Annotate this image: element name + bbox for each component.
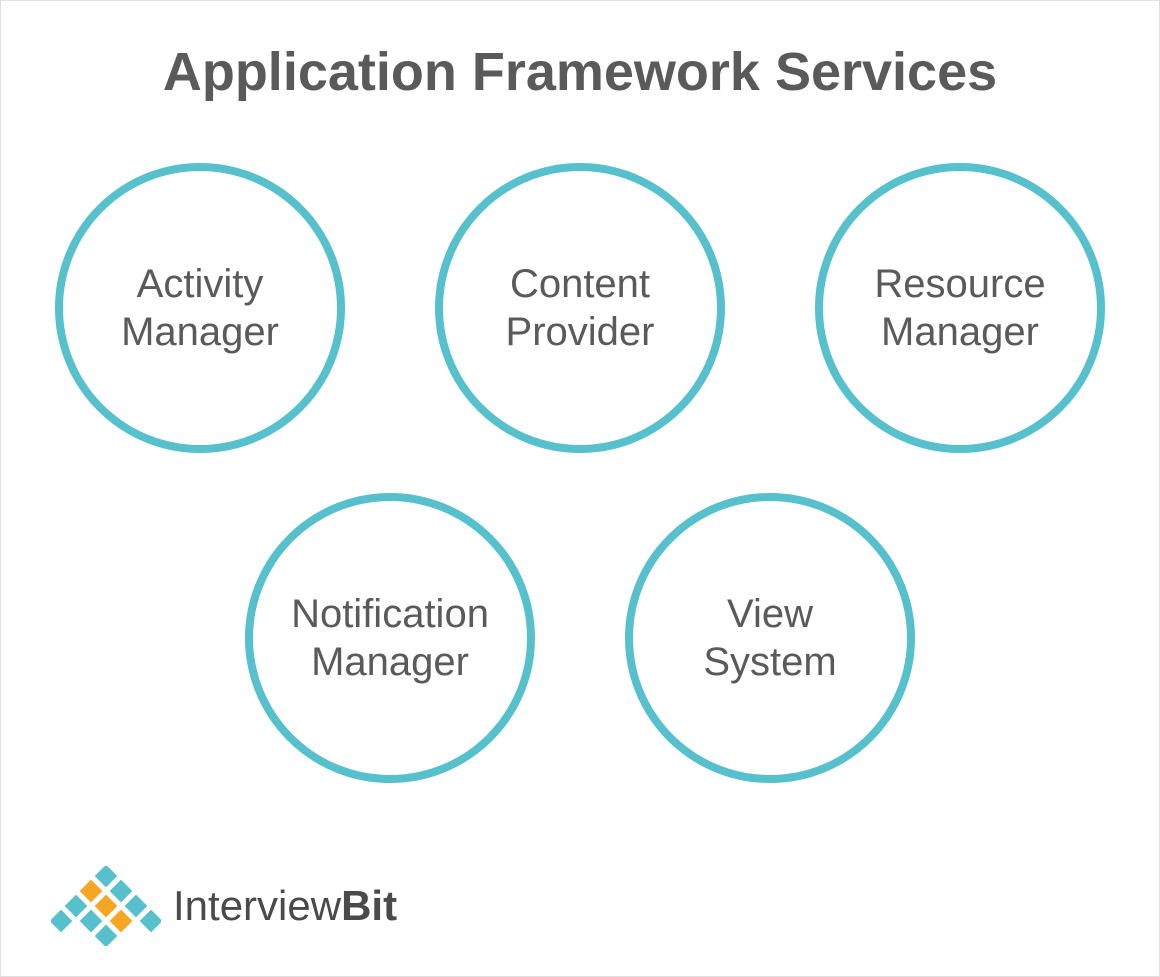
logo-text-part1: Interview: [173, 882, 341, 929]
circles-row-2: Notification Manager View System: [245, 493, 915, 783]
circle-line2: System: [703, 638, 836, 686]
circle-line1: Content: [506, 260, 655, 308]
circle-line2: Provider: [506, 308, 655, 356]
circle-content-provider: Content Provider: [435, 163, 725, 453]
logo: InterviewBit: [51, 866, 397, 946]
circle-view-system: View System: [625, 493, 915, 783]
circle-label: Activity Manager: [121, 260, 279, 356]
logo-text-part2: Bit: [341, 882, 397, 929]
circle-label: Resource Manager: [874, 260, 1045, 356]
circle-line2: Manager: [121, 308, 279, 356]
circle-label: Notification Manager: [291, 590, 489, 686]
circles-row-1: Activity Manager Content Provider Resour…: [55, 163, 1105, 453]
diagram-title: Application Framework Services: [1, 1, 1159, 163]
circle-line1: Activity: [121, 260, 279, 308]
circle-line2: Manager: [874, 308, 1045, 356]
circle-line2: Manager: [291, 638, 489, 686]
logo-icon: [51, 866, 161, 946]
circle-label: Content Provider: [506, 260, 655, 356]
circle-resource-manager: Resource Manager: [815, 163, 1105, 453]
circle-line1: Resource: [874, 260, 1045, 308]
circle-activity-manager: Activity Manager: [55, 163, 345, 453]
circles-container: Activity Manager Content Provider Resour…: [1, 163, 1159, 783]
circle-notification-manager: Notification Manager: [245, 493, 535, 783]
logo-text: InterviewBit: [173, 882, 397, 930]
circle-line1: View: [703, 590, 836, 638]
circle-label: View System: [703, 590, 836, 686]
circle-line1: Notification: [291, 590, 489, 638]
